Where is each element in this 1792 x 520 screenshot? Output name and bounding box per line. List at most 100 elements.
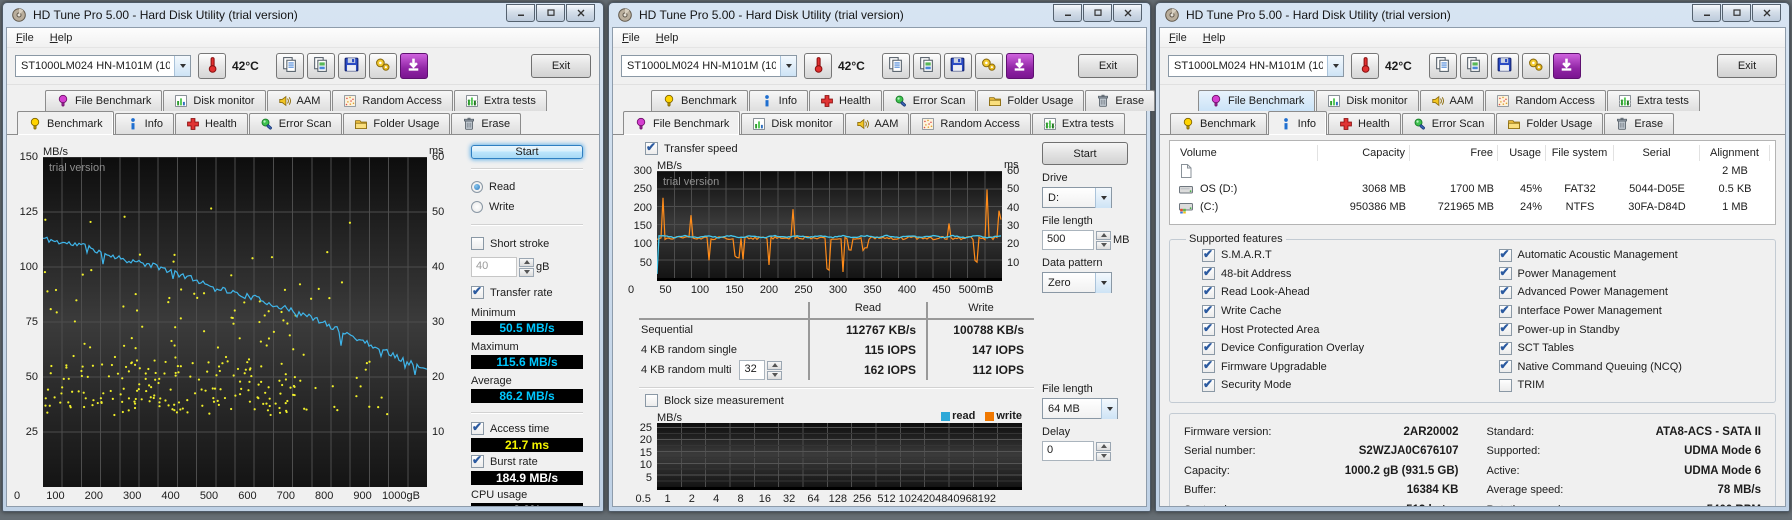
tab[interactable]: Erase: [1604, 113, 1674, 134]
feature-checkbox[interactable]: Write Cache: [1180, 302, 1469, 321]
column-header[interactable]: File system: [1546, 145, 1614, 161]
column-header[interactable]: Capacity: [1318, 145, 1410, 161]
menu-file[interactable]: File: [1169, 32, 1187, 44]
temperature-button[interactable]: [198, 53, 226, 79]
spin-down[interactable]: [767, 371, 782, 380]
tab[interactable]: AAM: [845, 113, 910, 134]
block-size-checkbox[interactable]: Block size measurement: [645, 394, 1034, 407]
spin-up[interactable]: [1096, 231, 1111, 240]
feature-checkbox[interactable]: Power-up in Standby: [1477, 320, 1766, 339]
minimize-button[interactable]: [1053, 4, 1082, 22]
column-header[interactable]: Serial: [1614, 145, 1700, 161]
tab[interactable]: Error Scan: [1402, 113, 1496, 134]
tab[interactable]: Info: [115, 113, 174, 134]
column-header[interactable]: Alignment: [1700, 145, 1770, 161]
copy-image-button[interactable]: [1460, 53, 1488, 79]
save-button[interactable]: [944, 53, 972, 79]
spin-up[interactable]: [1096, 442, 1111, 451]
feature-checkbox[interactable]: 48-bit Address: [1180, 265, 1469, 284]
tab[interactable]: Error Scan: [883, 90, 977, 111]
tab[interactable]: File Benchmark: [1198, 90, 1315, 111]
menu-file[interactable]: File: [16, 32, 34, 44]
exit-button[interactable]: Exit: [1717, 54, 1777, 78]
feature-checkbox[interactable]: S.M.A.R.T: [1180, 246, 1469, 265]
data-pattern-dropdown[interactable]: Zero: [1042, 272, 1112, 293]
transfer-rate-checkbox[interactable]: Transfer rate: [471, 286, 583, 299]
copy-image-button[interactable]: [307, 53, 335, 79]
start-button[interactable]: Start: [1042, 142, 1128, 165]
options-button[interactable]: [975, 53, 1003, 79]
spin-up[interactable]: [767, 361, 782, 370]
feature-checkbox[interactable]: Interface Power Management: [1477, 302, 1766, 321]
access-time-checkbox[interactable]: Access time: [471, 422, 583, 435]
short-stroke-checkbox[interactable]: Short stroke: [471, 237, 583, 250]
delay-stepper[interactable]: 0: [1042, 441, 1134, 461]
column-header[interactable]: Free: [1410, 145, 1498, 161]
minimize-button[interactable]: [1692, 4, 1721, 22]
volume-row[interactable]: (C:) 950386 MB 721965 MB 24% NTFS 30FA-D…: [1176, 198, 1769, 216]
tab[interactable]: Disk monitor: [741, 113, 843, 134]
volume-row[interactable]: 2 MB: [1176, 162, 1769, 180]
feature-checkbox[interactable]: Device Configuration Overlay: [1180, 339, 1469, 358]
dropdown-arrow-icon[interactable]: [174, 56, 190, 76]
feature-checkbox[interactable]: Automatic Acoustic Management: [1477, 246, 1766, 265]
titlebar[interactable]: HD Tune Pro 5.00 - Hard Disk Utility (tr…: [1159, 3, 1786, 27]
tab[interactable]: AAM: [1420, 90, 1485, 111]
tab[interactable]: AAM: [267, 90, 332, 111]
close-button[interactable]: [1113, 4, 1142, 22]
column-header[interactable]: Volume: [1176, 145, 1318, 161]
menu-file[interactable]: File: [622, 32, 640, 44]
spin-up[interactable]: [519, 258, 534, 267]
tab[interactable]: Benchmark: [651, 90, 748, 111]
tab[interactable]: Random Access: [1485, 90, 1605, 111]
dropdown-arrow-icon[interactable]: [1327, 56, 1343, 76]
tab[interactable]: Folder Usage: [1496, 113, 1603, 134]
copy-text-button[interactable]: [882, 53, 910, 79]
tab[interactable]: Error Scan: [249, 113, 343, 134]
tab[interactable]: Erase: [1085, 90, 1155, 111]
queue-depth-stepper[interactable]: 32: [739, 360, 782, 380]
close-button[interactable]: [1752, 4, 1781, 22]
titlebar[interactable]: HD Tune Pro 5.00 - Hard Disk Utility (tr…: [612, 3, 1147, 27]
tab[interactable]: Erase: [451, 113, 521, 134]
feature-checkbox[interactable]: SCT Tables: [1477, 339, 1766, 358]
tab[interactable]: Random Access: [332, 90, 452, 111]
dropdown-arrow-icon[interactable]: [780, 56, 796, 76]
update-button[interactable]: [400, 53, 428, 79]
short-stroke-stepper[interactable]: 40 gB: [471, 257, 583, 277]
temperature-button[interactable]: [1351, 53, 1379, 79]
save-button[interactable]: [338, 53, 366, 79]
tab[interactable]: Random Access: [910, 113, 1030, 134]
read-radio[interactable]: Read: [471, 181, 583, 193]
start-button[interactable]: Start: [471, 145, 583, 159]
save-button[interactable]: [1491, 53, 1519, 79]
maximize-button[interactable]: [536, 4, 565, 22]
drive-dropdown[interactable]: D:: [1042, 187, 1112, 208]
exit-button[interactable]: Exit: [531, 54, 591, 78]
options-button[interactable]: [1522, 53, 1550, 79]
exit-button[interactable]: Exit: [1078, 54, 1138, 78]
tab[interactable]: File Benchmark: [45, 90, 162, 111]
feature-checkbox[interactable]: TRIM: [1477, 376, 1766, 395]
burst-rate-checkbox[interactable]: Burst rate: [471, 455, 583, 468]
feature-checkbox[interactable]: Read Look-Ahead: [1180, 283, 1469, 302]
minimize-button[interactable]: [506, 4, 535, 22]
column-header[interactable]: Usage: [1498, 145, 1546, 161]
spin-down[interactable]: [1096, 452, 1111, 461]
file-length2-dropdown[interactable]: 64 MB: [1042, 398, 1118, 419]
tab[interactable]: Info: [749, 90, 808, 111]
tab[interactable]: Health: [809, 90, 882, 111]
tab[interactable]: Folder Usage: [977, 90, 1084, 111]
menu-help[interactable]: Help: [50, 32, 73, 44]
tab[interactable]: Disk monitor: [1316, 90, 1418, 111]
feature-checkbox[interactable]: Advanced Power Management: [1477, 283, 1766, 302]
copy-image-button[interactable]: [913, 53, 941, 79]
titlebar[interactable]: HD Tune Pro 5.00 - Hard Disk Utility (tr…: [6, 3, 600, 27]
menu-help[interactable]: Help: [656, 32, 679, 44]
file-length-stepper[interactable]: 500 MB: [1042, 230, 1134, 250]
volume-row[interactable]: OS (D:) 3068 MB 1700 MB 45% FAT32 5044-D…: [1176, 180, 1769, 198]
feature-checkbox[interactable]: Security Mode: [1180, 376, 1469, 395]
tab[interactable]: Benchmark: [1170, 113, 1267, 134]
tab[interactable]: Extra tests: [1607, 90, 1700, 111]
menu-help[interactable]: Help: [1203, 32, 1226, 44]
